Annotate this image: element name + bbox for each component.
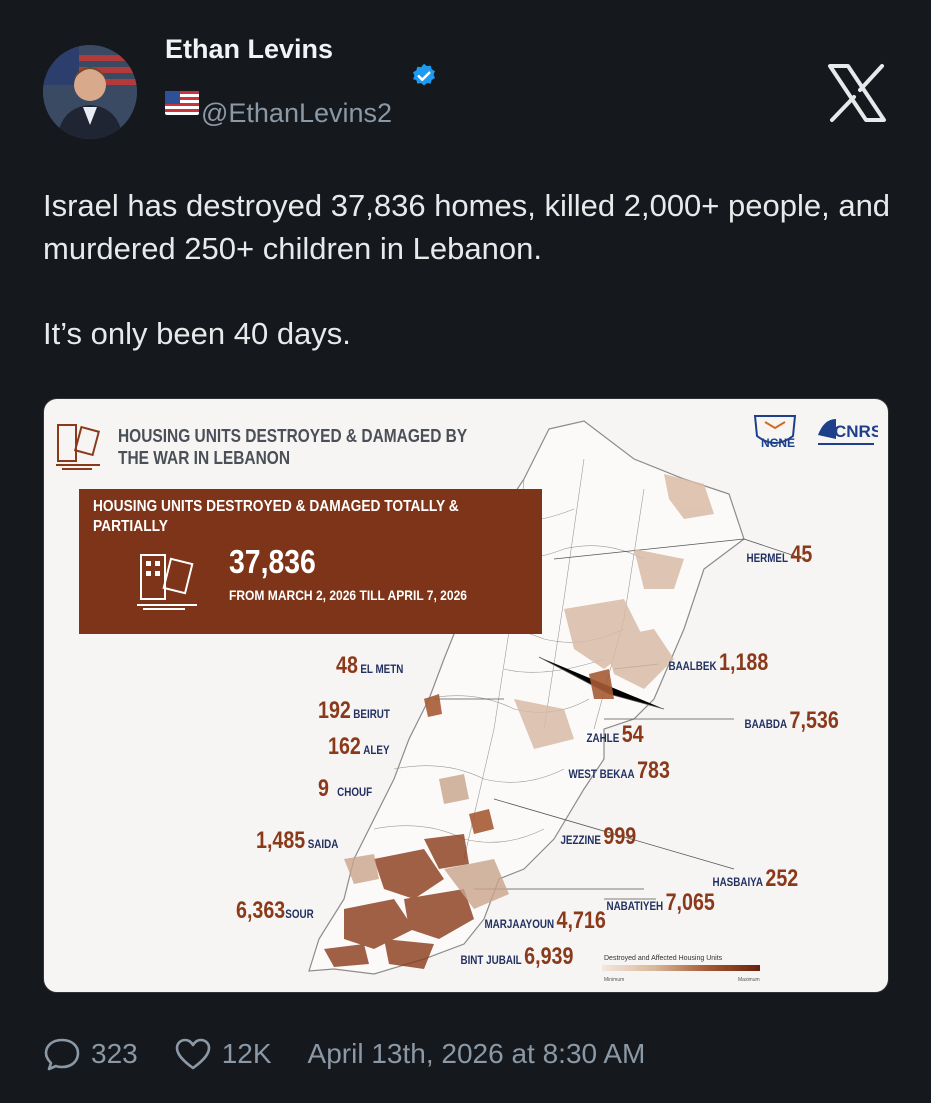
reply-button[interactable]: 323: [43, 1036, 138, 1072]
tweet-paragraph: Israel has destroyed 37,836 homes, kille…: [43, 188, 891, 266]
timestamp[interactable]: April 13th, 2026 at 8:30 AM: [308, 1038, 646, 1070]
ncne-logo-text: NCNE: [761, 436, 795, 450]
district-label: MARJAAYOUN 4,716: [484, 907, 606, 934]
legend-gradient: [602, 965, 760, 971]
legend-min: Minimum: [604, 977, 625, 983]
like-button[interactable]: 12K: [174, 1037, 272, 1071]
district-label: 162 ALEY: [328, 733, 390, 760]
district-label: WEST BEKAA 783: [568, 757, 670, 784]
avatar[interactable]: [43, 45, 137, 139]
infographic-image[interactable]: HOUSING UNITS DESTROYED & DAMAGED BY THE…: [43, 398, 889, 993]
district-label: BINT JUBAIL 6,939: [460, 943, 574, 970]
district-label: NABATIYEH 7,065: [606, 889, 715, 916]
lebanon-map: [308, 420, 805, 975]
verified-badge-icon: [413, 63, 435, 86]
like-count: 12K: [221, 1038, 272, 1069]
banner-title: HOUSING UNITS DESTROYED & DAMAGED TOTALL…: [93, 498, 459, 535]
district-label: JEZZINE 999: [560, 823, 637, 850]
ncne-logo: NCNE: [753, 415, 797, 450]
date-range: FROM MARCH 2, 2026 TILL APRIL 7, 2026: [229, 587, 467, 603]
district-label: 6,363SOUR: [236, 897, 314, 924]
author-handle: @EthanLevins2: [201, 98, 393, 128]
us-flag-icon: [165, 90, 199, 115]
tweet-paragraph: It’s only been 40 days.: [43, 316, 351, 351]
cnrs-logo: CNRS: [818, 419, 878, 445]
district-label: 9 CHOUF: [318, 775, 373, 802]
district-label: 48 EL METN: [336, 652, 404, 679]
tweet-footer: 323 12K April 13th, 2026 at 8:30 AM: [43, 1034, 681, 1074]
district-label: 192 BEIRUT: [318, 697, 390, 724]
district-label: BAALBEK 1,188: [668, 649, 769, 676]
reply-icon: [44, 1038, 80, 1071]
x-logo-icon[interactable]: [826, 62, 888, 124]
building-icon: [137, 554, 197, 610]
legend-max: Maximum: [738, 977, 760, 983]
author-name[interactable]: Ethan Levins: [165, 34, 333, 65]
district-label: BAABDA 7,536: [744, 707, 839, 734]
district-label: 1,485 SAIDA: [256, 827, 339, 854]
housing-icon: [56, 424, 101, 470]
tweet-text: Israel has destroyed 37,836 homes, kille…: [43, 184, 893, 397]
district-label: ZAHLE 54: [586, 721, 644, 748]
district-label: HASBAIYA 252: [712, 865, 799, 892]
total-banner: HOUSING UNITS DESTROYED & DAMAGED TOTALL…: [79, 489, 542, 634]
reply-count: 323: [91, 1038, 138, 1069]
district-label: HERMEL 45: [746, 541, 813, 568]
infographic-title: HOUSING UNITS DESTROYED & DAMAGED BY THE…: [118, 426, 467, 468]
heart-icon: [175, 1038, 211, 1070]
total-value: 37,836: [229, 543, 316, 580]
legend-title: Destroyed and Affected Housing Units: [604, 955, 723, 962]
cnrs-logo-text: CNRS: [834, 422, 878, 441]
author-handle-row[interactable]: @EthanLevins2: [165, 90, 393, 129]
